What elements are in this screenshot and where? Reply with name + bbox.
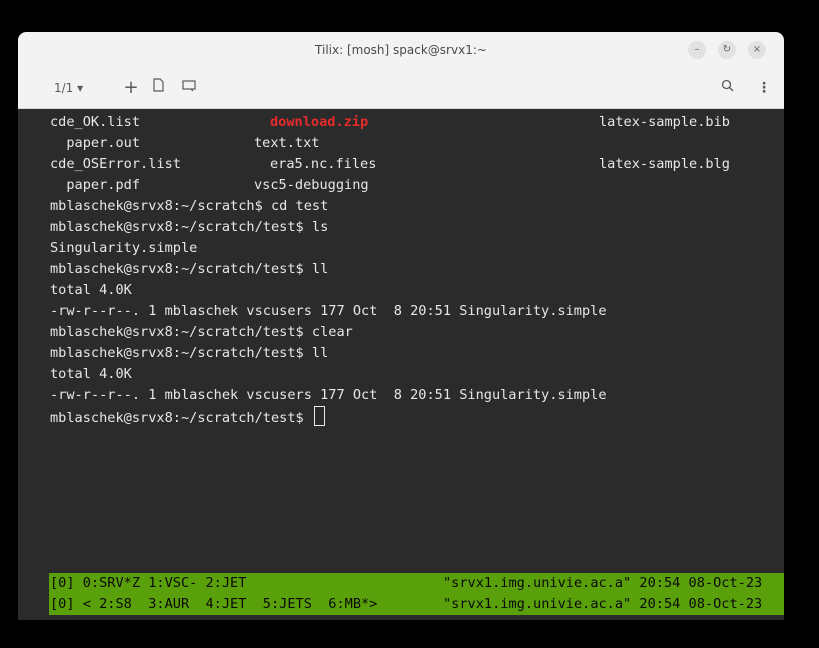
more-menu-icon[interactable]: ⋮	[753, 76, 775, 100]
restore-button[interactable]: ↻	[718, 41, 736, 59]
file-entry: paper.out	[50, 135, 141, 151]
terminal-line: mblaschek@srvx8:~/scratch/test$ ll	[50, 345, 329, 361]
file-entry: cde_OK.list	[50, 114, 141, 130]
file-entry: era5.nc.files	[270, 156, 377, 172]
text-cursor	[313, 406, 325, 426]
terminal-line: total 4.0K	[50, 282, 132, 298]
file-entry: cde_OSError.list	[50, 156, 181, 172]
window-title: Tilix: [mosh] spack@srvx1:~	[315, 43, 487, 57]
desktop-background	[0, 620, 819, 648]
titlebar[interactable]: Tilix: [mosh] spack@srvx1:~ – ↻ ×	[18, 32, 784, 68]
file-entry: latex-sample.blg	[599, 156, 730, 172]
terminal-line: mblaschek@srvx8:~/scratch$ cd test	[50, 198, 329, 214]
terminal-prompt-line[interactable]: mblaschek@srvx8:~/scratch/test$	[50, 406, 325, 427]
file-entry: paper.pdf	[50, 177, 141, 193]
terminal-line: paper.pdf vsc5-debugging	[50, 175, 368, 196]
tmux-status-line: [0] 0:SRV*Z 1:VSC- 2:JET "srvx1.img.univ…	[49, 573, 784, 594]
terminal-line: cde_OK.list download.zip latex-sample.bib	[50, 112, 730, 133]
terminal-line: mblaschek@srvx8:~/scratch/test$ ls	[50, 219, 329, 235]
split-icon[interactable]	[148, 76, 170, 100]
session-label: 1/1 ▾	[54, 81, 84, 95]
session-switcher-button[interactable]: 1/1 ▾	[54, 76, 106, 100]
terminal-line: mblaschek@srvx8:~/scratch/test$ clear	[50, 324, 353, 340]
terminal-line: cde_OSError.list era5.nc.files latex-sampl…	[50, 154, 730, 175]
tmux-status-right: "srvx1.img.univie.ac.a" 20:54 08-Oct-23	[443, 596, 763, 612]
file-entry: latex-sample.bib	[599, 114, 730, 130]
terminal-line: -rw-r--r--. 1 mblaschek vscusers 177 Oct…	[50, 303, 607, 319]
terminal-line: -rw-r--r--. 1 mblaschek vscusers 177 Oct…	[50, 387, 607, 403]
file-entry: text.txt	[254, 135, 320, 151]
file-entry-archive: download.zip	[270, 114, 369, 130]
prompt: mblaschek@srvx8:~/scratch/test$	[50, 410, 312, 426]
terminal-line: paper.out text.txt	[50, 133, 319, 154]
terminal-line: mblaschek@srvx8:~/scratch/test$ ll	[50, 261, 329, 277]
sidebar-icon[interactable]	[178, 76, 200, 100]
minimize-button[interactable]: –	[688, 41, 706, 59]
file-entry: vsc5-debugging	[254, 177, 369, 193]
search-icon[interactable]	[716, 76, 738, 100]
terminal-line: Singularity.simple	[50, 240, 198, 256]
add-terminal-icon[interactable]: +	[120, 76, 142, 100]
tmux-window-list[interactable]: [0] 0:SRV*Z 1:VSC- 2:JET	[50, 573, 246, 594]
terminal-line: total 4.0K	[50, 366, 132, 382]
close-button[interactable]: ×	[748, 41, 766, 59]
terminal-output[interactable]: cde_OK.list download.zip latex-sample.bib …	[18, 109, 784, 620]
tmux-status-line: [0] < 2:S8 3:AUR 4:JET 5:JETS 6:MB*> "sr…	[49, 594, 784, 615]
terminal-window: Tilix: [mosh] spack@srvx1:~ – ↻ × 1/1 ▾ …	[18, 32, 784, 620]
tmux-window-list[interactable]: [0] < 2:S8 3:AUR 4:JET 5:JETS 6:MB*>	[50, 594, 377, 615]
toolbar: 1/1 ▾ + ⋮	[18, 68, 784, 109]
tmux-status-right: "srvx1.img.univie.ac.a" 20:54 08-Oct-23	[443, 575, 763, 591]
